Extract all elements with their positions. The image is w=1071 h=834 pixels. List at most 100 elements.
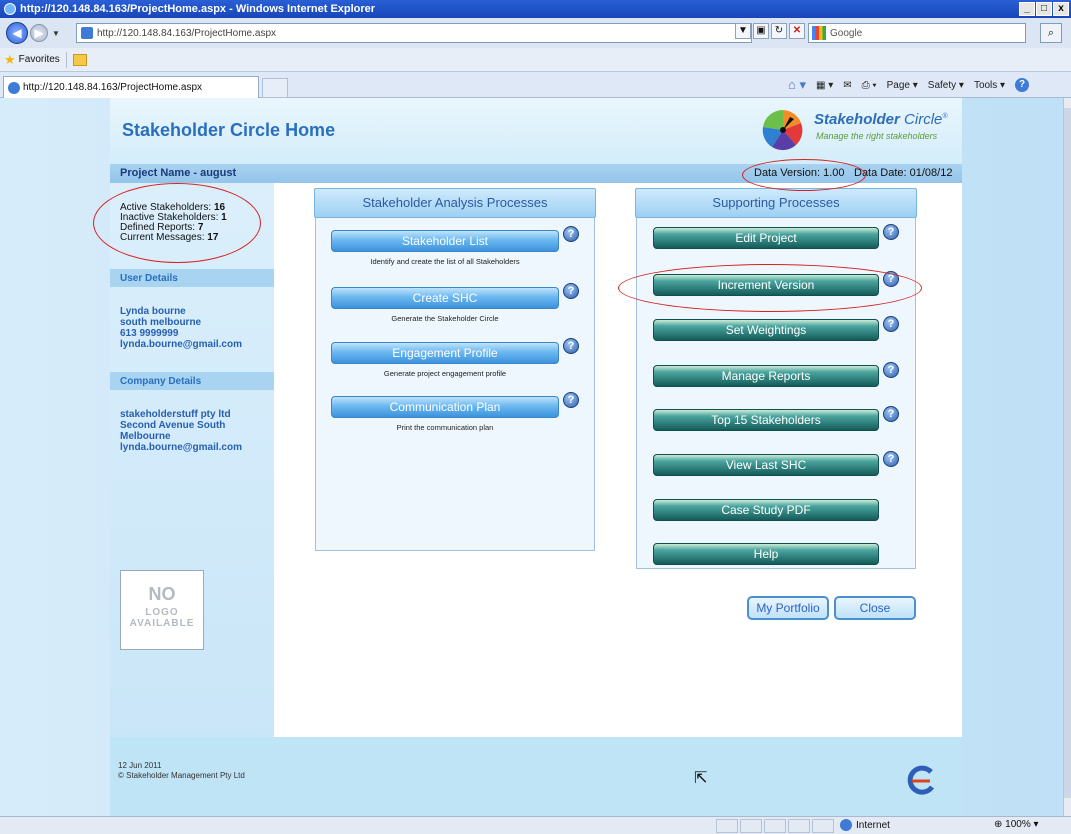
analysis-heading: Stakeholder Analysis Processes: [314, 188, 596, 218]
add-favorite-icon[interactable]: [72, 53, 87, 66]
company-details-heading: Company Details: [110, 372, 274, 390]
refresh-icon[interactable]: ↻: [771, 23, 787, 39]
brand-tagline: Manage the right stakeholders: [816, 131, 938, 141]
maximize-button[interactable]: □: [1036, 2, 1052, 16]
manage-reports-help-icon[interactable]: ?: [883, 362, 899, 378]
company-address2: Melbourne: [120, 431, 171, 442]
mail-icon[interactable]: ✉: [843, 80, 851, 91]
engagement-profile-button[interactable]: Engagement Profile: [331, 342, 559, 364]
create-shc-button[interactable]: Create SHC: [331, 287, 559, 309]
company-name: stakeholderstuff pty ltd: [120, 409, 231, 420]
no-logo-placeholder: NO LOGO AVAILABLE: [120, 570, 204, 650]
print-icon[interactable]: ⎙ ▾: [862, 80, 877, 91]
increment-version-button[interactable]: Increment Version: [653, 274, 879, 296]
window-title: http://120.148.84.163/ProjectHome.aspx -…: [20, 3, 376, 15]
favorites-star-icon[interactable]: ★: [4, 52, 16, 68]
company-email: lynda.bourne@gmail.com: [120, 442, 242, 453]
google-icon: [812, 26, 826, 40]
help-icon[interactable]: ?: [1015, 78, 1030, 92]
address-bar[interactable]: http://120.148.84.163/ProjectHome.aspx: [76, 23, 752, 43]
sidebar: Active Stakeholders: 16 Inactive Stakeho…: [110, 183, 274, 737]
stat-messages: Current Messages: 17: [120, 232, 219, 243]
user-phone: 613 9999999: [120, 328, 179, 339]
edit-project-help-icon[interactable]: ?: [883, 224, 899, 240]
tools-menu[interactable]: Tools ▾: [974, 80, 1005, 91]
my-portfolio-button[interactable]: My Portfolio: [747, 596, 829, 620]
zoom-level[interactable]: ⊕ 100% ▾: [994, 819, 1039, 830]
stakeholder-list-help-icon[interactable]: ?: [563, 226, 579, 242]
set-weightings-help-icon[interactable]: ?: [883, 316, 899, 332]
status-bar: Internet ⊕ 100% ▾: [0, 816, 1071, 834]
top-15-stakeholders-button[interactable]: Top 15 Stakeholders: [653, 409, 879, 431]
stop-icon[interactable]: ✕: [789, 23, 805, 39]
address-dropdown-icon[interactable]: ▼: [735, 23, 751, 39]
create-shc-desc: Generate the Stakeholder Circle: [391, 314, 499, 323]
stakeholder-list-button[interactable]: Stakeholder List: [331, 230, 559, 252]
globe-icon: [840, 819, 852, 831]
orange-soft-logo-icon: [907, 765, 935, 795]
minimize-button[interactable]: _: [1019, 2, 1035, 16]
browser-viewport: Stakeholder Circle Home Stakeholder Circ…: [0, 98, 1063, 816]
data-version: Data Version: 1.00: [754, 167, 845, 179]
feeds-icon[interactable]: ▦ ▾: [816, 80, 833, 91]
favorites-label[interactable]: Favorites: [19, 54, 60, 65]
view-last-shc-button[interactable]: View Last SHC: [653, 454, 879, 476]
page-container: Stakeholder Circle Home Stakeholder Circ…: [93, 98, 962, 816]
forward-button[interactable]: ▶: [30, 24, 48, 42]
engagement-profile-desc: Generate project engagement profile: [383, 369, 507, 378]
page-title: Stakeholder Circle Home: [122, 120, 336, 140]
user-details-heading: User Details: [110, 269, 274, 287]
engagement-profile-help-icon[interactable]: ?: [563, 338, 579, 354]
zone-label: Internet: [856, 819, 890, 831]
create-shc-help-icon[interactable]: ?: [563, 283, 579, 299]
user-city: south melbourne: [120, 317, 202, 328]
communication-plan-help-icon[interactable]: ?: [563, 392, 579, 408]
help-button[interactable]: Help: [653, 543, 879, 565]
window-titlebar: http://120.148.84.163/ProjectHome.aspx -…: [0, 0, 1071, 18]
footer-copyright: © Stakeholder Management Pty Ltd: [118, 771, 245, 780]
favorites-separator: [65, 51, 67, 68]
history-dropdown-icon[interactable]: ▼: [52, 29, 60, 38]
user-email: lynda.bourne@gmail.com: [120, 339, 242, 350]
page-footer: 12 Jun 2011 © Stakeholder Management Pty…: [110, 737, 962, 816]
page-menu[interactable]: Page ▾: [887, 80, 918, 91]
case-study-pdf-button[interactable]: Case Study PDF: [653, 499, 879, 521]
back-button[interactable]: ◀: [6, 22, 28, 44]
top-15-stakeholders-help-icon[interactable]: ?: [883, 406, 899, 422]
communication-plan-button[interactable]: Communication Plan: [331, 396, 559, 418]
view-last-shc-help-icon[interactable]: ?: [883, 451, 899, 467]
safety-menu[interactable]: Safety ▾: [928, 80, 964, 91]
footer-text: 12 Jun 2011 © Stakeholder Management Pty…: [118, 761, 245, 781]
address-text: http://120.148.84.163/ProjectHome.aspx: [97, 27, 277, 39]
home-icon[interactable]: ⌂ ▾: [788, 77, 806, 93]
company-address1: Second Avenue South: [120, 420, 226, 431]
browser-tab[interactable]: http://120.148.84.163/ProjectHome.aspx: [3, 76, 259, 98]
stakeholder-list-desc: Identify and create the list of all Stak…: [370, 257, 520, 266]
project-stats: Active Stakeholders: 16 Inactive Stakeho…: [120, 203, 227, 243]
communication-plan-desc: Print the communication plan: [396, 423, 494, 432]
new-tab-button[interactable]: [262, 78, 288, 98]
project-name: Project Name - august: [120, 167, 237, 179]
increment-version-help-icon[interactable]: ?: [883, 271, 899, 287]
close-button[interactable]: Close: [834, 596, 916, 620]
user-details: Lynda bourne south melbourne 613 9999999…: [120, 306, 242, 350]
vertical-scrollbar[interactable]: [1063, 98, 1071, 816]
user-name: Lynda bourne: [120, 306, 186, 317]
manage-reports-button[interactable]: Manage Reports: [653, 365, 879, 387]
search-input[interactable]: Google: [808, 23, 1026, 43]
security-zone: Internet: [840, 819, 890, 831]
close-window-button[interactable]: x: [1053, 2, 1069, 16]
search-icon[interactable]: ⌕: [1040, 23, 1062, 43]
page-icon: [81, 27, 93, 39]
set-weightings-button[interactable]: Set Weightings: [653, 319, 879, 341]
data-date: Data Date: 01/08/12: [854, 167, 953, 179]
favorites-bar: ★ Favorites: [0, 48, 1071, 72]
project-bar: Project Name - august Data Version: 1.00…: [110, 164, 962, 183]
supporting-heading: Supporting Processes: [635, 188, 917, 218]
brand-name: Stakeholder Circle®: [814, 111, 948, 128]
mouse-cursor-icon: ⇱: [694, 770, 708, 787]
address-row: ◀ ▶ ▼ http://120.148.84.163/ProjectHome.…: [0, 18, 1071, 48]
edit-project-button[interactable]: Edit Project: [653, 227, 879, 249]
footer-date: 12 Jun 2011: [118, 761, 162, 770]
compat-view-icon[interactable]: ▣: [753, 23, 769, 39]
